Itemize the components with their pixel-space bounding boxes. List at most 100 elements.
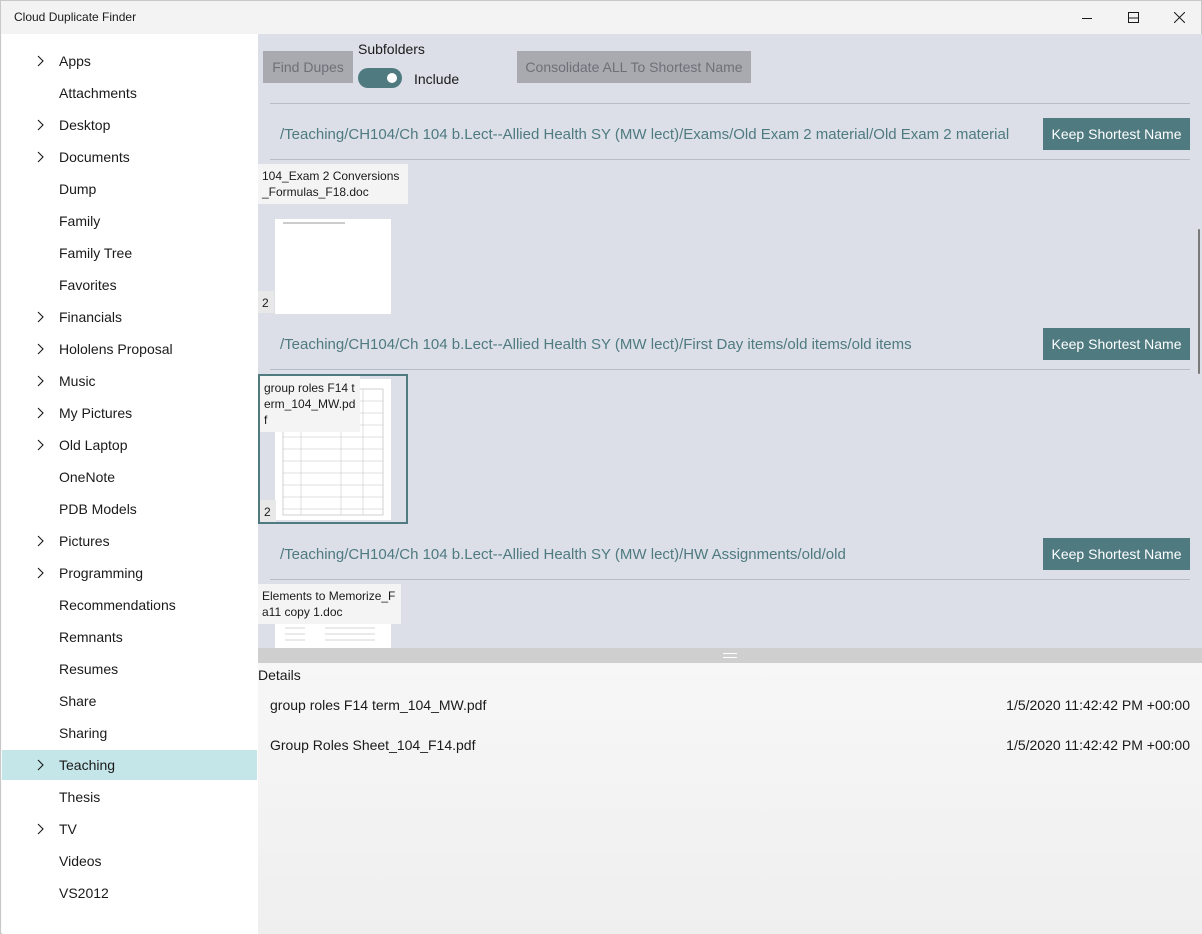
tree-item-label: VS2012 <box>59 885 109 901</box>
detail-file-date: 1/5/2020 11:42:42 PM +00:00 <box>1006 737 1190 753</box>
tree-item-remnants[interactable]: Remnants <box>2 622 257 652</box>
tree-item-label: Sharing <box>59 725 108 741</box>
close-icon <box>1173 12 1185 23</box>
detail-file-date: 1/5/2020 11:42:42 PM +00:00 <box>1006 697 1190 713</box>
file-tile[interactable]: Elements to Memorize_Fa11 copy 1.doc <box>258 584 408 648</box>
chevron-right-icon[interactable] <box>36 567 46 579</box>
panel-splitter[interactable] <box>258 648 1202 663</box>
minimize-button[interactable] <box>1064 1 1110 34</box>
group-separator <box>270 103 1190 104</box>
document-preview <box>283 222 345 224</box>
file-thumbnail <box>275 624 391 648</box>
tree-item-desktop[interactable]: Desktop <box>2 110 257 140</box>
tree-item-teaching[interactable]: Teaching <box>2 750 257 780</box>
find-dupes-button[interactable]: Find Dupes <box>263 51 353 83</box>
chevron-right-icon[interactable] <box>36 55 46 67</box>
file-tile[interactable]: group roles F14 term_104_MW.pdf 2 <box>258 374 408 524</box>
tree-item-label: OneNote <box>59 469 116 485</box>
tree-item-label: Documents <box>59 149 130 165</box>
tree-item-label: Dump <box>59 181 97 197</box>
tree-item-sharing[interactable]: Sharing <box>2 718 257 748</box>
chevron-right-icon[interactable] <box>36 119 46 131</box>
tree-item-label: Videos <box>59 853 102 869</box>
tree-item-vs2012[interactable]: VS2012 <box>2 878 257 908</box>
tree-item-financials[interactable]: Financials <box>2 302 257 332</box>
group-path: /Teaching/CH104/Ch 104 b.Lect--Allied He… <box>280 126 1010 143</box>
tree-item-onenote[interactable]: OneNote <box>2 462 257 492</box>
tree-item-programming[interactable]: Programming <box>2 558 257 588</box>
tree-item-share[interactable]: Share <box>2 686 257 716</box>
window-title: Cloud Duplicate Finder <box>14 10 137 24</box>
consolidate-all-button[interactable]: Consolidate ALL To Shortest Name <box>517 51 751 83</box>
tree-item-favorites[interactable]: Favorites <box>2 270 257 300</box>
include-subfolders-toggle[interactable] <box>358 68 402 88</box>
chevron-right-icon[interactable] <box>36 375 46 387</box>
keep-shortest-name-button[interactable]: Keep Shortest Name <box>1043 328 1190 360</box>
tree-item-attachments[interactable]: Attachments <box>2 78 257 108</box>
maximize-button[interactable] <box>1110 1 1156 34</box>
tree-item-my-pictures[interactable]: My Pictures <box>2 398 257 428</box>
chevron-right-icon[interactable] <box>36 823 46 835</box>
tree-item-label: Old Laptop <box>59 437 128 453</box>
document-preview <box>285 627 375 641</box>
tree-item-label: My Pictures <box>59 405 133 421</box>
chevron-right-icon[interactable] <box>36 439 46 451</box>
file-name: Elements to Memorize_Fa11 copy 1.doc <box>258 584 401 624</box>
minimize-icon <box>1082 17 1092 19</box>
tree-item-pdb-models[interactable]: PDB Models <box>2 494 257 524</box>
duplicate-count: 2 <box>260 500 276 522</box>
file-name: group roles F14 term_104_MW.pdf <box>260 376 360 432</box>
tree-item-label: TV <box>59 821 77 837</box>
detail-file-name[interactable]: group roles F14 term_104_MW.pdf <box>270 697 486 713</box>
tree-item-thesis[interactable]: Thesis <box>2 782 257 812</box>
tree-item-label: Apps <box>59 53 91 69</box>
tree-item-old-laptop[interactable]: Old Laptop <box>2 430 257 460</box>
tree-item-label: Family <box>59 213 101 229</box>
chevron-right-icon[interactable] <box>36 151 46 163</box>
tree-item-videos[interactable]: Videos <box>2 846 257 876</box>
include-label: Include <box>414 71 460 87</box>
chevron-right-icon[interactable] <box>36 535 46 547</box>
tree-item-label: Financials <box>59 309 123 325</box>
tree-item-label: Resumes <box>59 661 119 677</box>
keep-shortest-name-button[interactable]: Keep Shortest Name <box>1043 118 1190 150</box>
tree-item-label: Desktop <box>59 117 111 133</box>
group-path: /Teaching/CH104/Ch 104 b.Lect--Allied He… <box>280 546 846 563</box>
chevron-right-icon[interactable] <box>36 343 46 355</box>
chevron-right-icon[interactable] <box>36 759 46 771</box>
chevron-right-icon[interactable] <box>36 311 46 323</box>
detail-file-name[interactable]: Group Roles Sheet_104_F14.pdf <box>270 737 475 753</box>
tree-item-dump[interactable]: Dump <box>2 174 257 204</box>
tree-item-label: Pictures <box>59 533 110 549</box>
tree-item-resumes[interactable]: Resumes <box>2 654 257 684</box>
tree-item-apps[interactable]: Apps <box>2 46 257 76</box>
toggle-knob <box>387 73 397 83</box>
file-tile[interactable]: 104_Exam 2 Conversions_Formulas_F18.doc … <box>258 164 408 314</box>
tree-item-documents[interactable]: Documents <box>2 142 257 172</box>
tree-item-label: Hololens Proposal <box>59 341 173 357</box>
app-window: Cloud Duplicate Finder Apps Attachments De… <box>0 0 1202 934</box>
tree-item-pictures[interactable]: Pictures <box>2 526 257 556</box>
tree-item-family[interactable]: Family <box>2 206 257 236</box>
chevron-right-icon[interactable] <box>36 407 46 419</box>
vertical-scrollbar[interactable] <box>1198 229 1200 374</box>
tree-item-label: PDB Models <box>59 501 137 517</box>
details-title: Details <box>258 667 301 683</box>
maximize-icon <box>1127 12 1139 23</box>
close-button[interactable] <box>1156 1 1202 34</box>
group-path: /Teaching/CH104/Ch 104 b.Lect--Allied He… <box>280 336 912 353</box>
tree-item-label: Programming <box>59 565 144 581</box>
tree-item-label: Recommendations <box>59 597 176 613</box>
keep-shortest-name-button[interactable]: Keep Shortest Name <box>1043 538 1190 570</box>
title-bar: Cloud Duplicate Finder <box>1 1 1201 34</box>
tree-item-recommendations[interactable]: Recommendations <box>2 590 257 620</box>
tree-item-label: Family Tree <box>59 245 133 261</box>
tree-item-tv[interactable]: TV <box>2 814 257 844</box>
grip-icon <box>723 653 737 658</box>
tree-item-family-tree[interactable]: Family Tree <box>2 238 257 268</box>
group-separator <box>270 579 1190 580</box>
group-separator <box>270 369 1190 370</box>
file-thumbnail <box>275 219 391 314</box>
tree-item-music[interactable]: Music <box>2 366 257 396</box>
tree-item-hololens-proposal[interactable]: Hololens Proposal <box>2 334 257 364</box>
